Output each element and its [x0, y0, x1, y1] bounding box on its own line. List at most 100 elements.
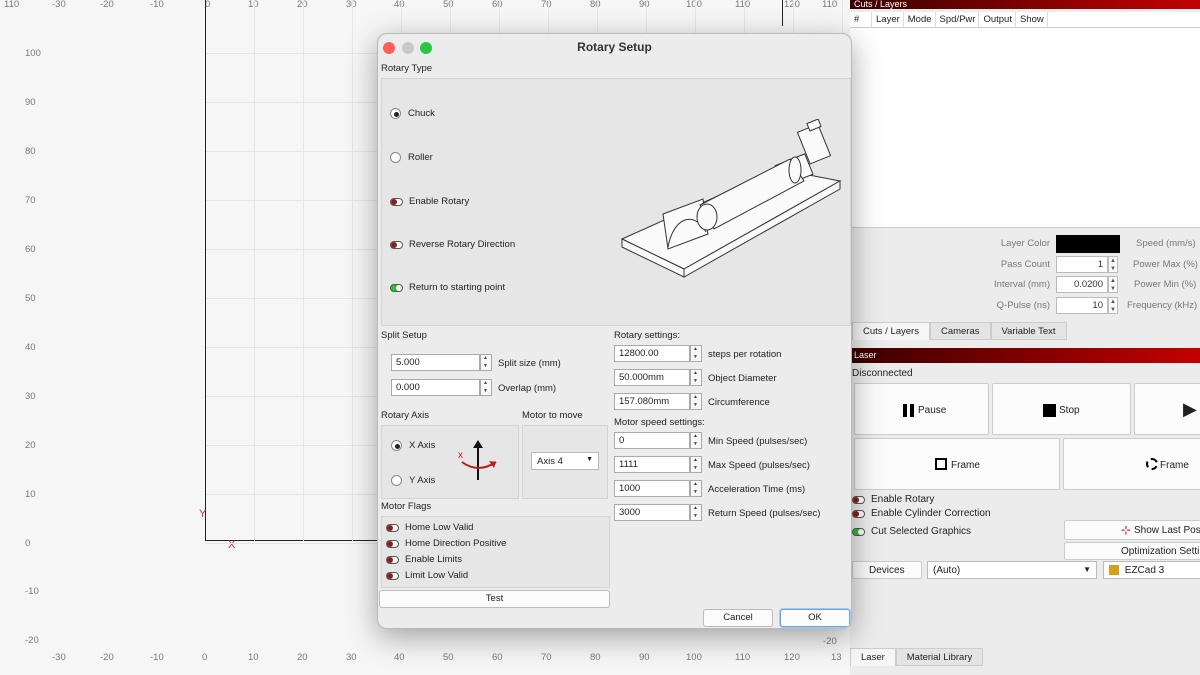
qpulse-stepper[interactable]: ▲ ▼ — [1108, 297, 1118, 314]
pass-count-input[interactable]: 1 — [1056, 256, 1108, 273]
return-speed-label: Return Speed (pulses/sec) — [708, 508, 821, 519]
ruler-tick: 10 — [248, 652, 259, 663]
ok-button[interactable]: OK — [780, 609, 850, 627]
enable-cylinder-label: Enable Cylinder Correction — [871, 508, 991, 519]
min-speed-label: Min Speed (pulses/sec) — [708, 436, 808, 447]
ruler-tick: 60 — [492, 652, 503, 663]
toggle-icon — [852, 495, 865, 504]
power-min-label: Power Min (%) — [1134, 279, 1197, 290]
ruler-tick: 60 — [492, 0, 503, 10]
ruler-tick: 80 — [590, 0, 601, 10]
cut-selected-toggle[interactable]: Cut Selected Graphics — [852, 526, 971, 537]
return-speed-stepper[interactable] — [690, 504, 702, 521]
max-speed-stepper[interactable] — [690, 456, 702, 473]
device-name-value: EZCad 3 — [1124, 565, 1165, 576]
min-speed-input[interactable]: 0 — [614, 432, 690, 449]
radio-selected-icon — [391, 440, 402, 451]
motor-flags-label: Motor Flags — [381, 501, 432, 512]
circumference-input[interactable]: 157.080mm — [614, 393, 690, 410]
optimization-settings-button[interactable]: Optimization Setti — [1064, 542, 1200, 560]
return-start-toggle[interactable]: Return to starting point — [390, 282, 505, 293]
steps-stepper[interactable] — [690, 345, 702, 362]
return-start-label: Return to starting point — [409, 282, 506, 293]
speed-label: Speed (mm/s) — [1136, 238, 1196, 249]
devices-button[interactable]: Devices — [852, 561, 922, 579]
tab-variable-text[interactable]: Variable Text — [990, 322, 1067, 340]
start-button[interactable]: ▶ — [1134, 383, 1200, 435]
motor-select-value: Axis 4 — [537, 456, 563, 467]
acceleration-input[interactable]: 1000 — [614, 480, 690, 497]
enable-limits-label: Enable Limits — [405, 554, 463, 565]
device-select[interactable]: (Auto) ▼ — [927, 561, 1097, 579]
y-axis-radio[interactable]: Y Axis — [391, 475, 435, 486]
ruler-tick: -30 — [52, 0, 66, 10]
stop-button[interactable]: Stop — [992, 383, 1131, 435]
home-low-valid-label: Home Low Valid — [405, 522, 474, 533]
ruler-tick: 110 — [735, 0, 751, 10]
home-direction-toggle[interactable]: Home Direction Positive — [386, 538, 506, 549]
split-size-input[interactable]: 5.000 — [391, 354, 480, 371]
crosshair-icon: ⊹ — [1121, 523, 1132, 537]
pass-count-stepper[interactable]: ▲ ▼ — [1108, 256, 1118, 273]
roller-radio[interactable]: Roller — [390, 152, 433, 163]
bottom-tabs: Laser Material Library — [850, 648, 984, 666]
ruler-tick: 30 — [346, 652, 357, 663]
interval-input[interactable]: 0.0200 — [1056, 276, 1108, 293]
rotary-setup-dialog: Rotary Setup Rotary Type Chuck Roller En… — [377, 33, 852, 629]
frame-button[interactable]: Frame — [854, 438, 1060, 490]
chuck-label: Chuck — [408, 108, 435, 119]
x-axis-radio[interactable]: X Axis — [391, 440, 435, 451]
laser-titlebar: Laser — [850, 348, 1200, 363]
tab-cuts-layers[interactable]: Cuts / Layers — [852, 322, 930, 340]
return-speed-input[interactable]: 3000 — [614, 504, 690, 521]
enable-rotary-toggle[interactable]: Enable Rotary — [852, 494, 934, 505]
device-name-select[interactable]: EZCad 3 — [1103, 561, 1200, 579]
enable-cylinder-toggle[interactable]: Enable Cylinder Correction — [852, 508, 991, 519]
chuck-radio[interactable]: Chuck — [390, 108, 435, 119]
enable-limits-toggle[interactable]: Enable Limits — [386, 554, 462, 565]
diameter-stepper[interactable] — [690, 369, 702, 386]
overlap-label: Overlap (mm) — [498, 383, 557, 394]
overlap-input[interactable]: 0.000 — [391, 379, 480, 396]
reverse-rotary-toggle[interactable]: Reverse Rotary Direction — [390, 239, 515, 250]
motor-select[interactable]: Axis 4 ▼ — [531, 452, 599, 470]
tab-cameras[interactable]: Cameras — [929, 322, 991, 340]
min-speed-stepper[interactable] — [690, 432, 702, 449]
qpulse-input[interactable]: 10 — [1056, 297, 1108, 314]
steps-input[interactable]: 12800.00 — [614, 345, 690, 362]
cuts-layers-list[interactable] — [850, 28, 1200, 228]
pause-button[interactable]: Pause — [854, 383, 989, 435]
diameter-input[interactable]: 50.000mm — [614, 369, 690, 386]
circumference-stepper[interactable] — [690, 393, 702, 410]
ruler-tick: 50 — [25, 293, 36, 304]
radio-icon — [391, 475, 402, 486]
col-header: # — [850, 12, 872, 27]
ruler-tick: 13 — [831, 652, 842, 663]
acceleration-label: Acceleration Time (ms) — [708, 484, 806, 495]
diameter-label: Object Diameter — [708, 373, 777, 384]
top-ruler: 110-30-20-100102030405060708090100110120… — [0, 0, 850, 12]
max-speed-label: Max Speed (pulses/sec) — [708, 460, 810, 471]
tab-laser[interactable]: Laser — [850, 648, 896, 666]
show-last-position-button[interactable]: ⊹ Show Last Posi — [1064, 520, 1200, 540]
rotary-settings-label: Rotary settings: — [614, 330, 680, 341]
home-low-valid-toggle[interactable]: Home Low Valid — [386, 522, 473, 533]
split-size-stepper[interactable] — [480, 354, 492, 371]
test-button[interactable]: Test — [379, 590, 610, 608]
enable-rotary-toggle[interactable]: Enable Rotary — [390, 196, 469, 207]
overlap-stepper[interactable] — [480, 379, 492, 396]
interval-stepper[interactable]: ▲ ▼ — [1108, 276, 1118, 293]
limit-low-valid-toggle[interactable]: Limit Low Valid — [386, 570, 468, 581]
layer-color-swatch[interactable] — [1056, 235, 1120, 253]
ruler-tick: 90 — [25, 97, 36, 108]
frame-circle-button[interactable]: Frame — [1063, 438, 1200, 490]
ruler-tick: 80 — [590, 652, 601, 663]
enable-rotary-label: Enable Rotary — [871, 494, 935, 505]
right-panel: Cuts / Layers # Layer Mode Spd/Pwr Outpu… — [850, 0, 1200, 675]
tab-material-library[interactable]: Material Library — [895, 648, 984, 666]
axis-rotation-icon: x — [458, 440, 497, 480]
cancel-button[interactable]: Cancel — [703, 609, 773, 627]
left-ruler: 100 90 80 70 60 50 40 30 20 10 0 -10 -20 — [0, 0, 45, 650]
max-speed-input[interactable]: 1111 — [614, 456, 690, 473]
acceleration-stepper[interactable] — [690, 480, 702, 497]
